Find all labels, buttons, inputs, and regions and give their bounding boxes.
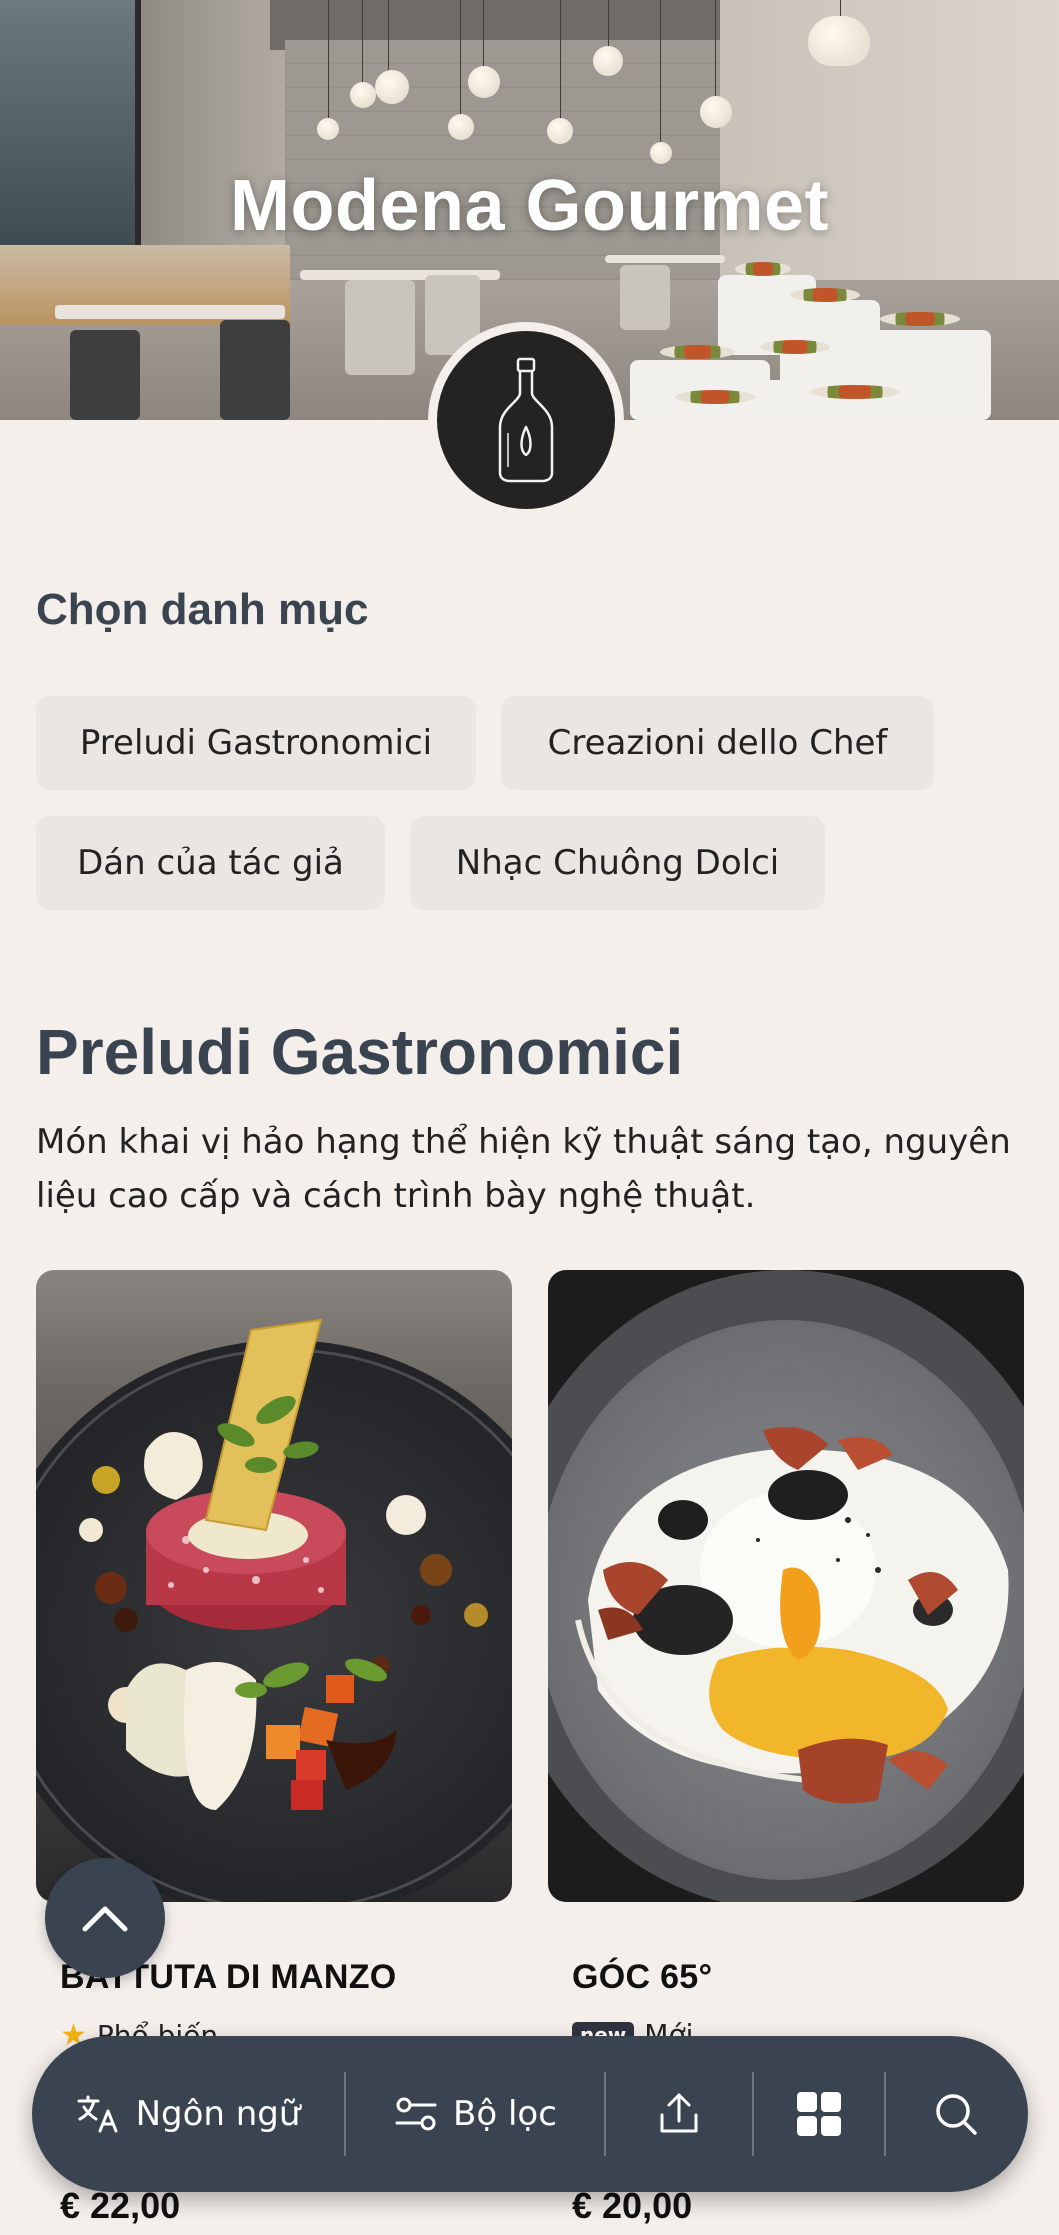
category-heading: Chọn danh mục (36, 585, 369, 634)
category-chip-author[interactable]: Dán của tác giả (36, 816, 385, 910)
category-chip-dolci[interactable]: Nhạc Chuông Dolci (410, 816, 825, 910)
dish-image-battuta[interactable] (36, 1270, 512, 1902)
section-title: Preludi Gastronomici (36, 1016, 684, 1088)
filter-icon (395, 2097, 437, 2131)
bottle-icon (498, 357, 554, 483)
dish-image-goc65[interactable] (548, 1270, 1024, 1902)
category-chip-creazioni[interactable]: Creazioni dello Chef (501, 696, 934, 790)
grid-icon (797, 2092, 841, 2136)
restaurant-logo (428, 322, 624, 518)
filter-button[interactable]: Bộ lọc (346, 2036, 604, 2192)
share-icon (660, 2093, 698, 2133)
search-button[interactable] (886, 2036, 1026, 2192)
language-button[interactable]: Ngôn ngữ (32, 2036, 344, 2192)
translate-icon (77, 2095, 118, 2133)
dish-name-goc65[interactable]: GÓC 65° (572, 1958, 712, 1997)
section-description: Món khai vị hảo hạng thể hiện kỹ thuật s… (36, 1122, 1011, 1216)
filter-label: Bộ lọc (453, 2094, 557, 2134)
share-button[interactable] (606, 2036, 752, 2192)
search-icon (936, 2094, 977, 2135)
bottom-toolbar: Ngôn ngữ Bộ lọc (32, 2036, 1028, 2192)
language-label: Ngôn ngữ (135, 2094, 301, 2134)
chevron-up-icon (82, 1906, 128, 1932)
restaurant-title: Modena Gourmet (229, 166, 830, 246)
category-chip-preludi[interactable]: Preludi Gastronomici (36, 696, 476, 790)
grid-view-button[interactable] (754, 2036, 884, 2192)
scroll-top-button[interactable] (45, 1858, 165, 1978)
